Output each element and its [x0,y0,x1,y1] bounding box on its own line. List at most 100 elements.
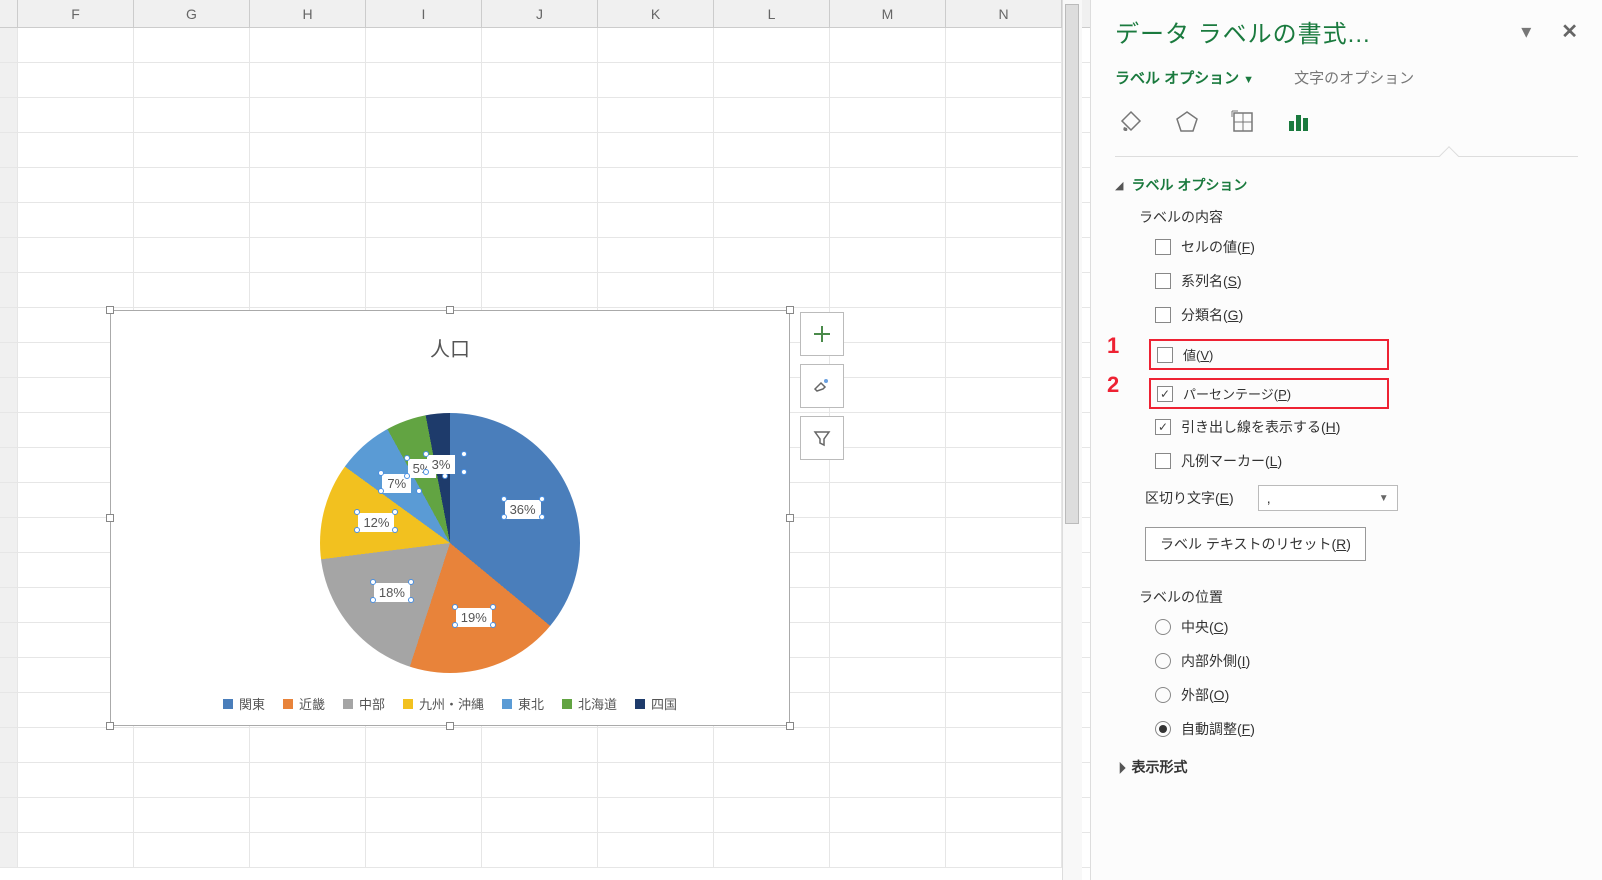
label-select-handle[interactable] [370,597,376,603]
data-label[interactable]: 12% [358,513,394,532]
check-category-name[interactable]: 分類名(G) [1155,305,1578,325]
scrollbar-thumb[interactable] [1065,4,1079,524]
check-leader-lines[interactable]: 引き出し線を表示する(H) [1155,417,1578,437]
check-series-name[interactable]: 系列名(S) [1155,271,1578,291]
legend-swatch [283,699,293,709]
legend-label: 四国 [651,694,677,713]
check-value-highlight[interactable]: 値(V) [1149,339,1389,370]
col-header-L[interactable]: L [714,0,830,27]
legend-item[interactable]: 四国 [635,694,677,713]
label-options-icon[interactable] [1285,108,1313,136]
col-header-G[interactable]: G [134,0,250,27]
resize-handle[interactable] [786,306,794,314]
col-header-F[interactable]: F [18,0,134,27]
column-headers: F G H I J K L M N [0,0,1100,28]
section-label-options[interactable]: ◢ ラベル オプション [1115,175,1578,195]
label-select-handle[interactable] [539,514,545,520]
subhead-label-content: ラベルの内容 [1139,207,1578,227]
data-label[interactable]: 3% [427,455,456,474]
label-select-handle[interactable] [490,604,496,610]
label-select-handle[interactable] [452,622,458,628]
col-header-J[interactable]: J [482,0,598,27]
legend-swatch [562,699,572,709]
legend-label: 関東 [239,694,265,713]
label-select-handle[interactable] [442,473,448,479]
pie-graphic [320,413,580,673]
radio-outside-end[interactable]: 外部(O) [1155,685,1578,705]
col-header-I[interactable]: I [366,0,482,27]
resize-handle[interactable] [106,306,114,314]
label-select-handle[interactable] [501,496,507,502]
label-select-handle[interactable] [539,496,545,502]
resize-handle[interactable] [786,722,794,730]
label-select-handle[interactable] [408,597,414,603]
resize-handle[interactable] [446,722,454,730]
label-select-handle[interactable] [501,514,507,520]
legend-swatch [343,699,353,709]
radio-inside-end[interactable]: 内部外側(I) [1155,651,1578,671]
effects-icon[interactable] [1173,108,1201,136]
legend-item[interactable]: 関東 [223,694,265,713]
resize-handle[interactable] [446,306,454,314]
legend-item[interactable]: 北海道 [562,694,617,713]
tab-text-options[interactable]: 文字のオプション [1294,67,1414,88]
label-select-handle[interactable] [490,622,496,628]
legend-label: 九州・沖縄 [419,694,484,713]
label-select-handle[interactable] [408,579,414,585]
legend-swatch [635,699,645,709]
data-label[interactable]: 36% [505,500,541,519]
chart-elements-button[interactable] [800,312,844,356]
chart-object[interactable]: 人口 36%19%18%12%7%5%3% 関東近畿中部九州・沖縄東北北海道四国 [110,310,790,726]
chart-filters-button[interactable] [800,416,844,460]
tab-label-options[interactable]: ラベル オプション▼ [1115,67,1254,88]
legend-label: 近畿 [299,694,325,713]
label-select-handle[interactable] [452,604,458,610]
resize-handle[interactable] [106,722,114,730]
resize-handle[interactable] [106,514,114,522]
legend-label: 東北 [518,694,544,713]
pie-chart[interactable]: 36%19%18%12%7%5%3% [320,413,580,673]
legend-swatch [502,699,512,709]
data-label[interactable]: 18% [374,583,410,602]
col-header-M[interactable]: M [830,0,946,27]
legend-item[interactable]: 中部 [343,694,385,713]
chart-title[interactable]: 人口 [111,333,789,362]
legend-item[interactable]: 東北 [502,694,544,713]
reset-label-text-button[interactable]: ラベル テキストのリセット(R) [1145,527,1366,561]
separator-label: 区切り文字(E) [1145,488,1234,508]
chart-styles-button[interactable] [800,364,844,408]
col-header-N[interactable]: N [946,0,1062,27]
resize-handle[interactable] [786,514,794,522]
legend-item[interactable]: 九州・沖縄 [403,694,484,713]
pane-menu-button[interactable]: ▾ [1521,19,1531,44]
legend-swatch [223,699,233,709]
fill-line-icon[interactable] [1117,108,1145,136]
pane-tabs: ラベル オプション▼ 文字のオプション [1115,67,1578,88]
radio-center[interactable]: 中央(C) [1155,617,1578,637]
label-select-handle[interactable] [404,473,410,479]
subhead-label-position: ラベルの位置 [1139,587,1578,607]
label-select-handle[interactable] [404,455,410,461]
check-legend-marker[interactable]: 凡例マーカー(L) [1155,451,1578,471]
pane-close-button[interactable]: ✕ [1561,19,1578,44]
col-header-H[interactable]: H [250,0,366,27]
size-properties-icon[interactable] [1229,108,1257,136]
legend-item[interactable]: 近畿 [283,694,325,713]
legend-swatch [403,699,413,709]
label-select-handle[interactable] [370,579,376,585]
legend-label: 中部 [359,694,385,713]
col-gutter [0,0,18,27]
format-data-labels-pane: データ ラベルの書式... ▾ ✕ ラベル オプション▼ 文字のオプション ◢ … [1090,0,1602,880]
chart-legend[interactable]: 関東 近畿 中部 九州・沖縄 東北北海道 四国 [111,694,789,713]
check-cell-value[interactable]: セルの値(F) [1155,237,1578,257]
data-label[interactable]: 19% [456,608,492,627]
radio-best-fit[interactable]: 自動調整(F) [1155,719,1578,739]
separator-select[interactable]: ,▼ [1258,485,1398,511]
check-percentage-highlight[interactable]: パーセンテージ(P) [1149,378,1389,409]
chart-side-buttons [800,312,844,460]
vertical-scrollbar[interactable] [1062,0,1082,880]
section-number-format[interactable]: ◢ 表示形式 [1115,757,1578,777]
col-header-K[interactable]: K [598,0,714,27]
callout-2: 2 [1107,372,1119,398]
pane-category-icons [1115,108,1578,136]
